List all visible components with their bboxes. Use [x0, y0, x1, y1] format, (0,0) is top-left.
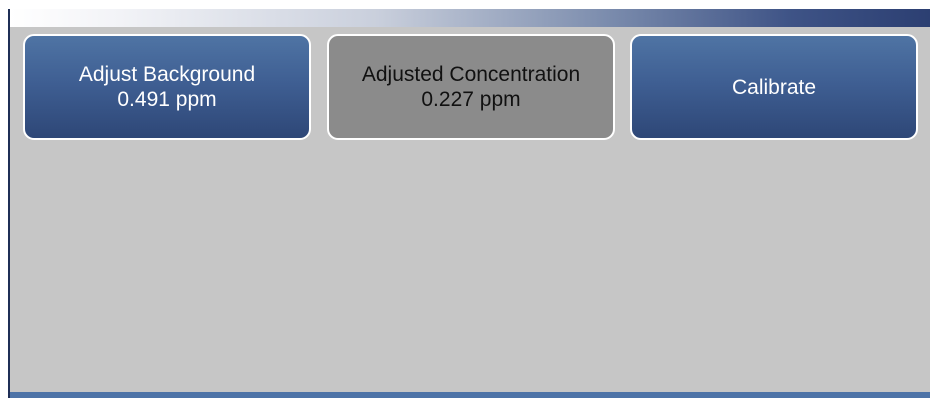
adjust-background-label: Adjust Background: [78, 63, 256, 86]
bottom-status-bar: [10, 392, 930, 398]
calibrate-label: Calibrate: [731, 75, 817, 99]
calibration-screen: Adjust Background 0.491 ppm Adjusted Con…: [10, 9, 930, 398]
adjusted-concentration-button[interactable]: Adjusted Concentration 0.227 ppm: [327, 34, 615, 140]
adjusted-concentration-value: 0.227 ppm: [421, 88, 521, 111]
calibrate-button[interactable]: Calibrate: [630, 34, 918, 140]
adjust-background-button[interactable]: Adjust Background 0.491 ppm: [23, 34, 311, 140]
title-bar: [10, 9, 930, 27]
adjusted-concentration-label: Adjusted Concentration: [361, 63, 581, 86]
adjust-background-value: 0.491 ppm: [117, 88, 217, 111]
